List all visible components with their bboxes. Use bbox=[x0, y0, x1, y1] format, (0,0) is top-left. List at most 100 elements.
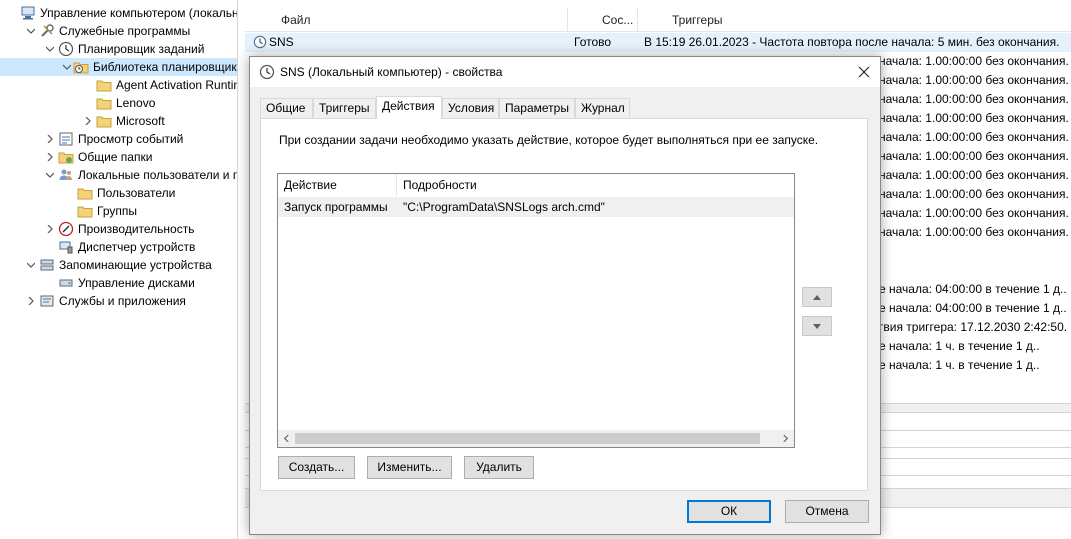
chevron-down-icon[interactable] bbox=[25, 22, 37, 40]
users-icon bbox=[58, 167, 74, 183]
tree-item[interactable]: Управление дисками bbox=[44, 274, 195, 292]
chevron-down-icon[interactable] bbox=[44, 166, 56, 184]
tree-item-label: Служебные программы bbox=[59, 24, 191, 38]
task-trigger: начала: 1.00:00:00 без окончания. bbox=[879, 92, 1069, 106]
action-details: "C:\ProgramData\SNSLogs arch.cmd" bbox=[403, 200, 605, 214]
tree-item-label: Управление дисками bbox=[78, 276, 195, 290]
task-clock-icon bbox=[253, 35, 267, 49]
tree-item[interactable]: Agent Activation Runtime bbox=[82, 76, 238, 94]
tree-item[interactable]: Пользователи bbox=[63, 184, 175, 202]
tree-item-label: Управление компьютером (локальны bbox=[40, 6, 238, 20]
task-trigger: е начала: 04:00:00 в течение 1 д.. bbox=[879, 301, 1067, 315]
tab-actions[interactable]: Действия bbox=[376, 96, 442, 119]
chevron-down-icon[interactable] bbox=[25, 256, 37, 274]
edit-action-button[interactable]: Изменить... bbox=[367, 456, 452, 479]
column-header-status[interactable]: Сос... bbox=[568, 8, 638, 32]
tree-item-label: Общие папки bbox=[78, 150, 153, 164]
close-button[interactable] bbox=[848, 57, 880, 87]
tree-item[interactable]: Общие папки bbox=[44, 148, 152, 166]
chevron-right-icon[interactable] bbox=[44, 148, 56, 166]
dialog-title-bar[interactable]: SNS (Локальный компьютер) - свойства bbox=[250, 57, 880, 87]
tree-item[interactable]: Локальные пользователи и гру bbox=[44, 166, 238, 184]
task-trigger: начала: 1.00:00:00 без окончания. bbox=[879, 130, 1069, 144]
tree-item-label: Локальные пользователи и гру bbox=[78, 168, 238, 182]
tree-item[interactable]: Библиотека планировщика bbox=[0, 58, 238, 76]
tree-item[interactable]: Производительность bbox=[44, 220, 194, 238]
tree-item[interactable]: Служебные программы bbox=[25, 22, 190, 40]
chevron-down-icon[interactable] bbox=[63, 58, 71, 76]
tree-item-label: Службы и приложения bbox=[59, 294, 186, 308]
horizontal-scrollbar[interactable] bbox=[278, 430, 794, 447]
action-row[interactable]: Запуск программы "C:\ProgramData\SNSLogs… bbox=[278, 197, 794, 217]
tree-item[interactable]: Службы и приложения bbox=[25, 292, 186, 310]
chevron-right-icon[interactable] bbox=[44, 130, 56, 148]
scroll-right-button[interactable] bbox=[777, 430, 794, 447]
tree-item[interactable]: Lenovo bbox=[82, 94, 155, 112]
tree-item-label: Диспетчер устройств bbox=[78, 240, 196, 254]
tree-item-label: Производительность bbox=[78, 222, 195, 236]
storage-icon bbox=[39, 257, 55, 273]
chevron-right-icon[interactable] bbox=[44, 220, 56, 238]
tree-item-label: Запоминающие устройства bbox=[59, 258, 212, 272]
tab-history[interactable]: Журнал bbox=[575, 98, 630, 118]
close-icon bbox=[858, 66, 870, 78]
folder-icon bbox=[96, 95, 112, 111]
task-trigger: гвия триггера: 17.12.2030 2:42:50. bbox=[879, 320, 1068, 334]
task-trigger: е начала: 1 ч. в течение 1 д.. bbox=[879, 339, 1040, 353]
tree-item[interactable]: Запоминающие устройства bbox=[25, 256, 212, 274]
tree-item-label: Microsoft bbox=[116, 114, 165, 128]
task-row-sns[interactable]: SNS Готово В 15:19 26.01.2023 - Частота … bbox=[245, 33, 1071, 52]
delete-action-button[interactable]: Удалить bbox=[464, 456, 534, 479]
tab-general[interactable]: Общие bbox=[260, 98, 313, 118]
device-manager-icon bbox=[58, 239, 74, 255]
move-up-button[interactable] bbox=[802, 287, 832, 307]
task-trigger: начала: 1.00:00:00 без окончания. bbox=[879, 225, 1069, 239]
task-scheduler-icon bbox=[259, 64, 275, 80]
performance-icon bbox=[58, 221, 74, 237]
ok-button[interactable]: ОК bbox=[687, 500, 771, 523]
column-header-file[interactable]: Файл bbox=[245, 8, 568, 32]
scroll-left-button[interactable] bbox=[278, 430, 295, 447]
task-trigger: начала: 1.00:00:00 без окончания. bbox=[879, 73, 1069, 87]
task-trigger: е начала: 04:00:00 в течение 1 д.. bbox=[879, 282, 1067, 296]
dialog-title: SNS (Локальный компьютер) - свойства bbox=[280, 65, 503, 79]
column-header-details[interactable]: Подробности bbox=[397, 174, 794, 196]
chevron-right-icon[interactable] bbox=[82, 112, 94, 130]
chevron-down-icon[interactable] bbox=[44, 40, 56, 58]
tab-conditions[interactable]: Условия bbox=[442, 98, 499, 118]
triangle-down-icon bbox=[813, 323, 821, 329]
tab-triggers[interactable]: Триггеры bbox=[313, 98, 376, 118]
tree-item-label: Планировщик заданий bbox=[78, 42, 205, 56]
create-action-button[interactable]: Создать... bbox=[278, 456, 355, 479]
tree-item-label: Просмотр событий bbox=[78, 132, 184, 146]
tree-item[interactable]: Диспетчер устройств bbox=[44, 238, 195, 256]
tree-item[interactable]: Управление компьютером (локальны bbox=[6, 4, 238, 22]
folder-icon bbox=[77, 203, 93, 219]
chevron-right-icon[interactable] bbox=[25, 292, 37, 310]
tree-item-label: Библиотека планировщика bbox=[93, 60, 238, 74]
actions-list[interactable]: Действие Подробности Запуск программы "C… bbox=[277, 173, 795, 448]
tree-item[interactable]: Группы bbox=[63, 202, 137, 220]
tree-item[interactable]: Просмотр событий bbox=[44, 130, 183, 148]
tree-item[interactable]: Microsoft bbox=[82, 112, 165, 130]
tree-item-label: Agent Activation Runtime bbox=[116, 78, 238, 92]
clock-icon bbox=[58, 41, 74, 57]
column-header-action[interactable]: Действие bbox=[278, 174, 397, 196]
services-icon bbox=[39, 293, 55, 309]
event-viewer-icon bbox=[58, 131, 74, 147]
move-down-button[interactable] bbox=[802, 316, 832, 336]
task-trigger: начала: 1.00:00:00 без окончания. bbox=[879, 187, 1069, 201]
cancel-button[interactable]: Отмена bbox=[785, 500, 869, 523]
computer-management-icon bbox=[20, 5, 36, 21]
chevron-right-icon bbox=[783, 435, 789, 442]
task-trigger: начала: 1.00:00:00 без окончания. bbox=[879, 206, 1069, 220]
tab-settings[interactable]: Параметры bbox=[499, 98, 575, 118]
navigation-tree[interactable]: Управление компьютером (локальны Служебны… bbox=[0, 0, 238, 539]
task-trigger: В 15:19 26.01.2023 - Частота повтора пос… bbox=[644, 35, 1060, 49]
column-header-triggers[interactable]: Триггеры bbox=[638, 8, 1071, 32]
scroll-thumb[interactable] bbox=[295, 433, 760, 444]
tree-item[interactable]: Планировщик заданий bbox=[44, 40, 204, 58]
